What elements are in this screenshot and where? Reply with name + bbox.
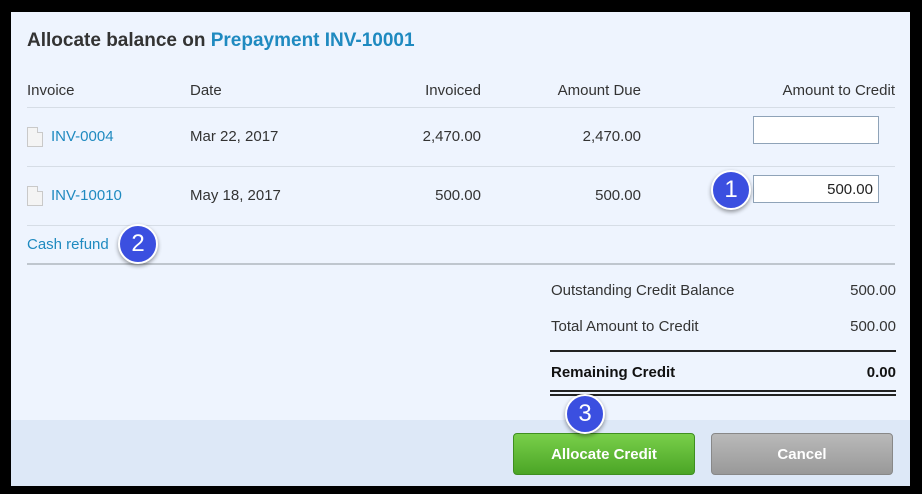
amount-to-credit-input[interactable] xyxy=(753,116,879,144)
callout-badge-3: 3 xyxy=(565,394,605,434)
invoiced-amount: 500.00 xyxy=(435,187,481,204)
dialog-title: Allocate balance on Prepayment INV-10001 xyxy=(27,30,415,52)
amount-to-credit-input[interactable] xyxy=(753,175,879,203)
cash-refund-link[interactable]: Cash refund xyxy=(27,236,109,253)
cancel-button[interactable]: Cancel xyxy=(711,433,893,475)
header-amount-due: Amount Due xyxy=(557,82,641,99)
document-icon xyxy=(27,127,43,147)
document-icon xyxy=(27,186,43,206)
amount-due: 500.00 xyxy=(595,187,641,204)
invoice-link[interactable]: INV-0004 xyxy=(51,128,114,145)
prepayment-link[interactable]: Prepayment INV-10001 xyxy=(211,30,415,51)
section-divider xyxy=(27,263,895,265)
callout-badge-1: 1 xyxy=(711,170,751,210)
header-amount-to-credit: Amount to Credit xyxy=(782,82,895,99)
row-divider xyxy=(27,166,895,167)
header-divider xyxy=(27,107,895,108)
remaining-credit-value: 0.00 xyxy=(866,364,896,381)
allocate-balance-dialog: Allocate balance on Prepayment INV-10001… xyxy=(11,12,910,486)
dialog-title-prefix: Allocate balance on xyxy=(27,30,206,51)
header-invoice: Invoice xyxy=(27,82,75,99)
header-date: Date xyxy=(190,82,222,99)
invoiced-amount: 2,470.00 xyxy=(422,128,481,145)
invoice-link[interactable]: INV-10010 xyxy=(51,187,122,204)
callout-badge-2: 2 xyxy=(118,224,158,264)
outstanding-credit-value: 500.00 xyxy=(850,282,896,299)
allocate-credit-button[interactable]: Allocate Credit xyxy=(513,433,695,475)
invoice-date: Mar 22, 2017 xyxy=(190,128,279,145)
total-amount-to-credit-value: 500.00 xyxy=(850,318,896,335)
invoice-date: May 18, 2017 xyxy=(190,187,281,204)
row-divider xyxy=(27,225,895,226)
summary-double-rule-bottom xyxy=(550,394,896,396)
amount-due: 2,470.00 xyxy=(582,128,641,145)
remaining-credit-label: Remaining Credit xyxy=(551,364,676,381)
summary-top-rule xyxy=(550,350,896,352)
summary-double-rule-top xyxy=(550,390,896,392)
total-amount-to-credit-label: Total Amount to Credit xyxy=(551,318,699,335)
header-invoiced: Invoiced xyxy=(425,82,481,99)
outstanding-credit-label: Outstanding Credit Balance xyxy=(551,282,735,299)
